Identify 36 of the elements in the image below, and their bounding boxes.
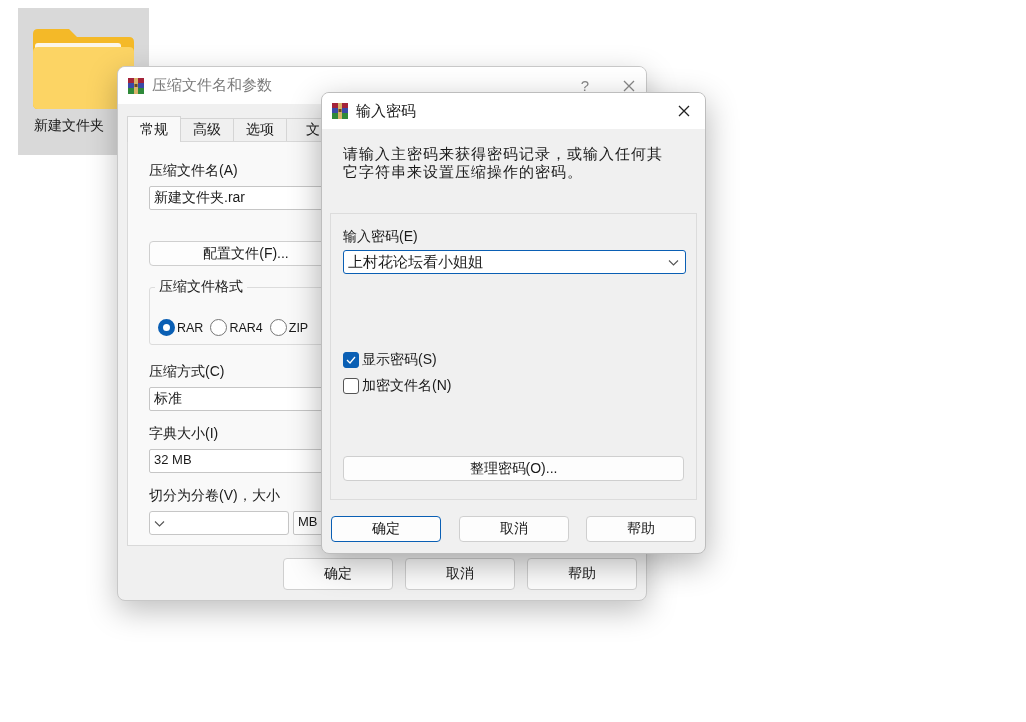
radio-label: RAR4 [229,320,263,335]
stacked-books-icon [127,76,145,95]
field-label: 压缩文件名(A) [149,162,238,180]
window-title: 压缩文件名和参数 [152,76,273,95]
radio-label: ZIP [288,320,309,335]
dialog-button[interactable]: 取消 [458,516,569,542]
group-label: 压缩文件格式 [155,278,247,296]
radio-button[interactable] [210,319,228,336]
field-label: 切分为分卷(V)，大小 [149,487,280,505]
field-label: 输入密码(E) [343,228,419,246]
password-field[interactable]: 上村花论坛看小姐姐 [343,250,686,274]
field-label: 字典大小(I) [149,425,219,443]
password-value: 上村花论坛看小姐姐 [348,252,483,272]
dialog-button[interactable]: 帮助 [527,558,637,590]
stacked-books-icon [331,102,349,120]
checkbox-label: 显示密码(S) [362,351,437,369]
instruction-text: 请输入主密码来获得密码记录，或输入任何其它字符串来设置压缩操作的密码。 [343,145,664,182]
dialog-button[interactable]: 确定 [331,516,441,542]
folder-name: 新建文件夹 [33,117,104,135]
field-label: 压缩方式(C) [149,363,225,381]
dialog-button[interactable]: 取消 [405,558,515,590]
checkbox[interactable] [343,352,359,368]
dialog-button[interactable]: 帮助 [586,516,696,542]
dialog-title: 输入密码 [356,101,417,121]
chevron-down-icon[interactable] [668,258,679,266]
close-icon[interactable] [677,104,691,118]
help-button[interactable]: ? [555,77,615,94]
organize-button[interactable]: 整理密码(O)... [343,456,684,481]
checkbox[interactable] [343,378,359,394]
radio-button[interactable] [269,319,287,336]
check-icon [345,354,357,366]
dialog-button[interactable]: 确定 [283,558,393,590]
radio-label: RAR [177,320,204,335]
radio-button[interactable] [158,319,175,336]
chevron-down-icon[interactable] [154,519,165,527]
tab[interactable]: 常规 [127,116,181,142]
